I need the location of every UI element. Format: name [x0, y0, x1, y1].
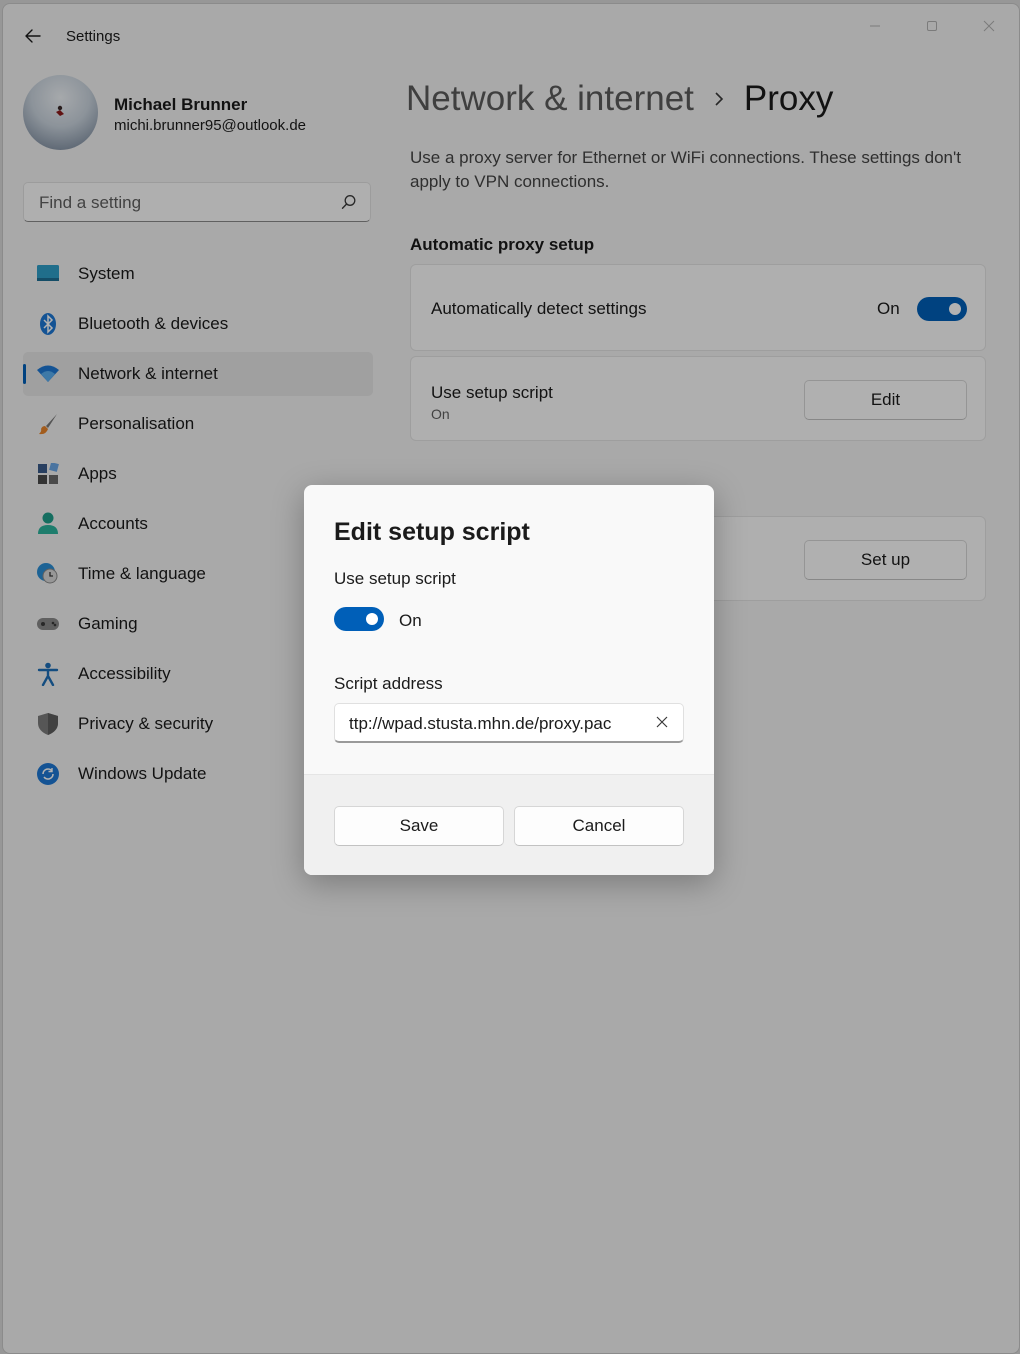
toggle-knob [366, 613, 378, 625]
edit-setup-script-dialog: Edit setup script Use setup script On Sc… [304, 485, 714, 875]
use-setup-script-state: On [399, 611, 422, 630]
script-address-field[interactable] [334, 703, 684, 743]
use-setup-script-toggle[interactable] [334, 607, 384, 631]
clear-icon[interactable] [655, 715, 669, 729]
script-address-input[interactable] [347, 704, 646, 743]
dialog-footer: Save Cancel [304, 774, 714, 875]
dialog-title: Edit setup script [334, 518, 530, 546]
use-setup-script-label: Use setup script [334, 569, 456, 588]
cancel-button[interactable]: Cancel [514, 806, 684, 846]
script-address-label: Script address [334, 674, 443, 693]
save-button[interactable]: Save [334, 806, 504, 846]
